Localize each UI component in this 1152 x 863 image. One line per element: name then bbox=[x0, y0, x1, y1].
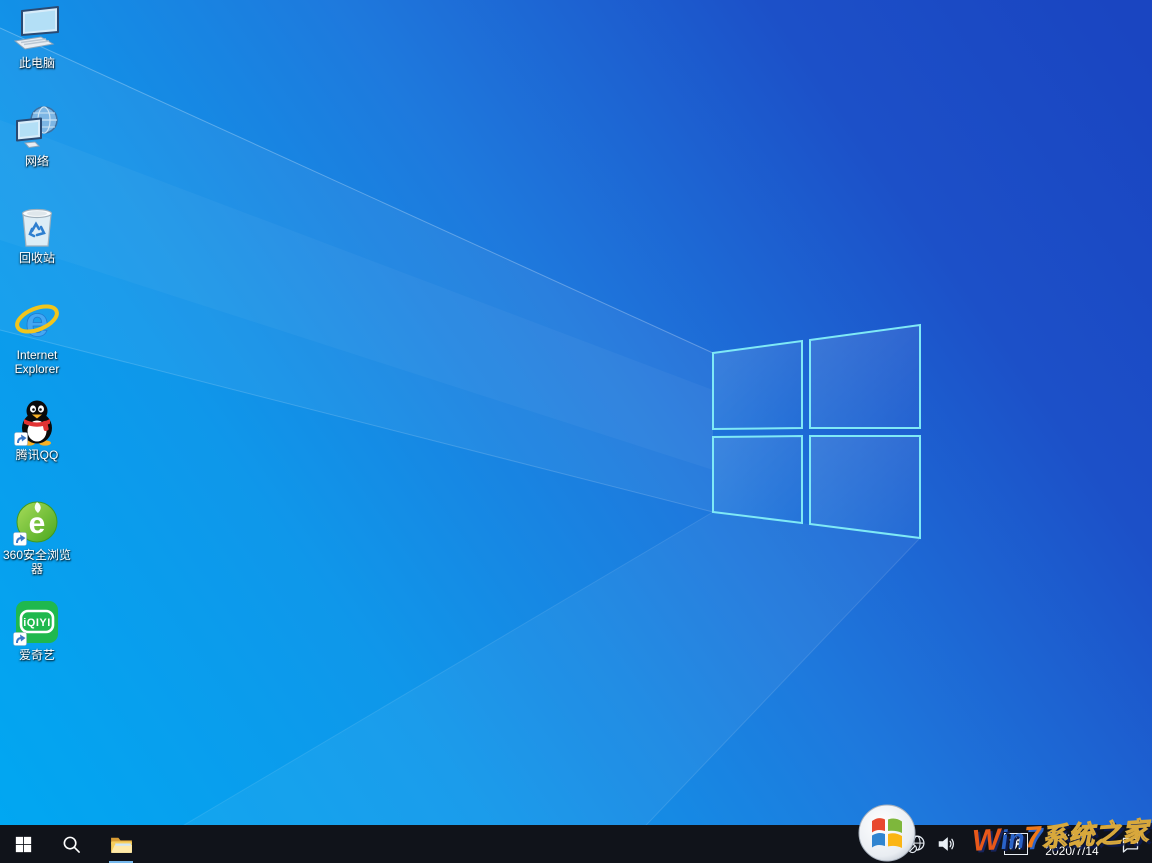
file-explorer-icon bbox=[110, 837, 132, 853]
shortcut-arrow-icon bbox=[13, 632, 27, 646]
desktop-icon-label: Internet Explorer bbox=[14, 348, 60, 376]
action-center-button[interactable] bbox=[1112, 825, 1148, 863]
volume-button[interactable] bbox=[932, 825, 960, 863]
taskbar-clock[interactable]: 7:48 2020/7/14 bbox=[1032, 825, 1112, 863]
shortcut-arrow-icon bbox=[14, 432, 28, 446]
action-center-icon bbox=[1122, 837, 1138, 853]
shortcut-arrow-icon bbox=[13, 532, 27, 546]
network-status-button[interactable] bbox=[902, 825, 932, 863]
desktop-icon-label: 360安全浏览器 bbox=[2, 548, 72, 576]
desktop-icon-360-browser[interactable]: e 360安全浏览器 bbox=[1, 498, 73, 576]
svg-text:iQIYI: iQIYI bbox=[23, 617, 51, 629]
desktop-icon-label: 腾讯QQ bbox=[15, 448, 59, 462]
desktop-icon-label: 爱奇艺 bbox=[18, 648, 55, 662]
desktop-icon-network[interactable]: 网络 bbox=[1, 104, 73, 168]
desktop-icon-iqiyi[interactable]: iQIYI 爱奇艺 bbox=[1, 598, 73, 662]
volume-icon bbox=[938, 837, 955, 851]
desktop-icon-this-pc[interactable]: 此电脑 bbox=[1, 6, 73, 70]
this-pc-icon bbox=[13, 6, 59, 50]
clock-time: 7:48 bbox=[1060, 830, 1084, 844]
search-icon bbox=[63, 836, 80, 853]
recycle-bin-icon bbox=[21, 208, 53, 247]
desktop-icon-recycle-bin[interactable]: 回收站 bbox=[1, 201, 73, 265]
network-icon bbox=[16, 106, 58, 149]
file-explorer-button[interactable] bbox=[98, 825, 144, 863]
network-no-internet-icon bbox=[907, 835, 925, 854]
internet-explorer-icon: e bbox=[15, 298, 59, 345]
clock-date: 2020/7/14 bbox=[1045, 844, 1099, 858]
desktop-icon-label: 此电脑 bbox=[18, 56, 55, 70]
search-button[interactable] bbox=[48, 825, 94, 863]
taskbar: 拼 7:48 2020/7/14 bbox=[0, 825, 1152, 863]
iqiyi-icon: iQIYI bbox=[13, 601, 58, 646]
wallpaper-image bbox=[0, 0, 1152, 863]
ime-indicator[interactable]: 拼 bbox=[1004, 833, 1028, 855]
desktop-icon-label: 回收站 bbox=[18, 251, 55, 265]
360-browser-icon: e bbox=[13, 501, 58, 546]
desktop-icon-tencent-qq[interactable]: 腾讯QQ bbox=[1, 398, 73, 462]
windows-start-icon bbox=[15, 836, 31, 852]
desktop-icon-label: 网络 bbox=[24, 154, 49, 168]
start-button[interactable] bbox=[0, 825, 46, 863]
system-tray: 拼 7:48 2020/7/14 bbox=[902, 825, 1152, 863]
svg-text:e: e bbox=[29, 507, 46, 540]
desktop: 此电脑 网络 回收站 e Internet Explorer 腾讯QQ e 36… bbox=[0, 0, 1152, 863]
desktop-icon-internet-explorer[interactable]: e Internet Explorer bbox=[1, 298, 73, 376]
